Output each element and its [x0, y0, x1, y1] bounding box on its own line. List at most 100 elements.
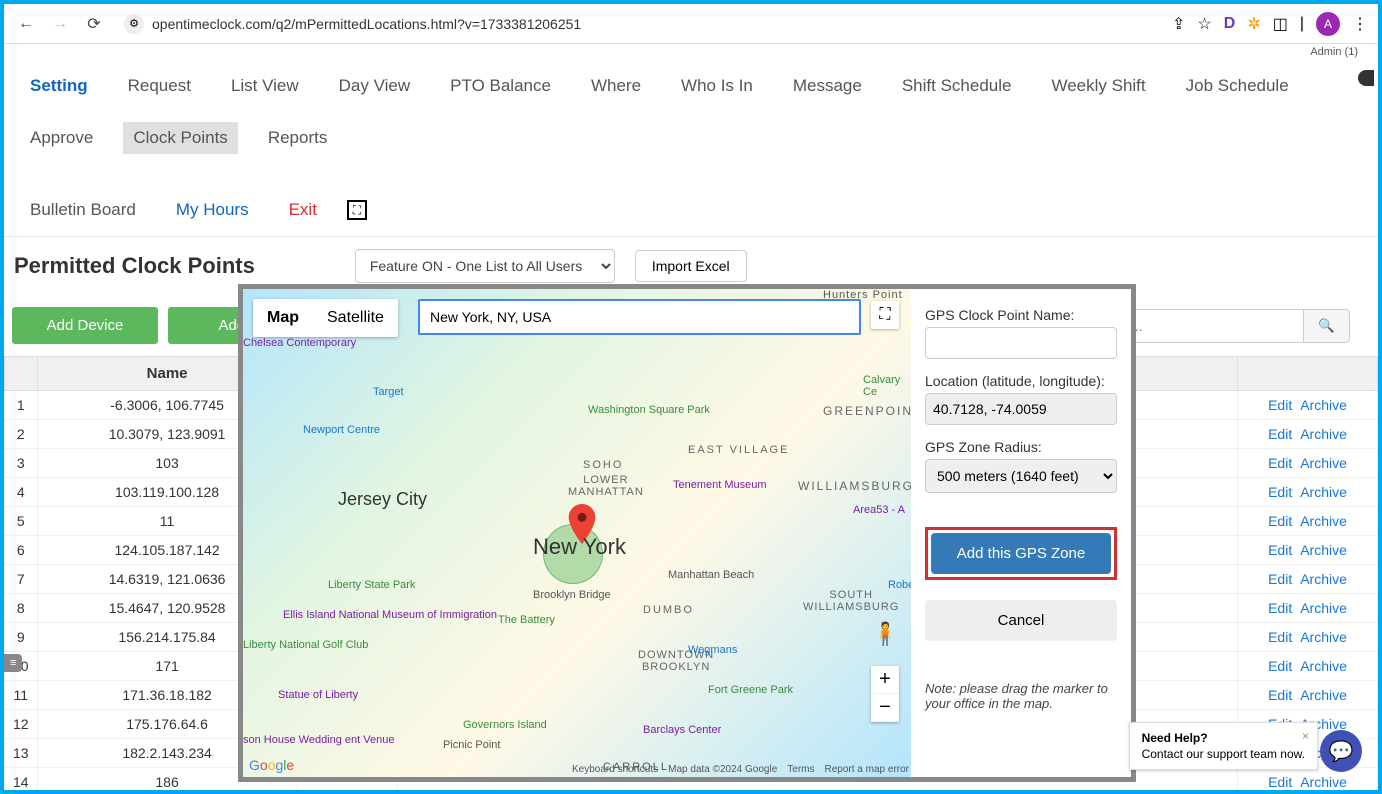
- nav-clockpoints[interactable]: Clock Points: [123, 122, 237, 154]
- map-footer-kb[interactable]: Keyboard shortcuts: [572, 764, 658, 775]
- row-number: 11: [5, 681, 38, 710]
- nav-setting[interactable]: Setting: [20, 70, 98, 102]
- admin-indicator[interactable]: Admin (1): [4, 44, 1378, 60]
- import-excel-button[interactable]: Import Excel: [635, 250, 747, 282]
- browser-toolbar: ← → ⟳ ⚙ opentimeclock.com/q2/mPermittedL…: [4, 4, 1378, 44]
- edit-link[interactable]: Edit: [1268, 629, 1292, 645]
- street-view-icon[interactable]: 🧍: [872, 621, 899, 647]
- poi-liberty: Liberty State Park: [328, 579, 415, 591]
- archive-link[interactable]: Archive: [1300, 687, 1347, 703]
- map-footer-report[interactable]: Report a map error: [825, 764, 909, 775]
- edit-link[interactable]: Edit: [1268, 426, 1292, 442]
- nav-jobschedule[interactable]: Job Schedule: [1176, 70, 1299, 102]
- feature-select[interactable]: Feature ON - One List to All Users: [355, 249, 615, 283]
- chat-bubble-icon[interactable]: 💬: [1320, 730, 1362, 772]
- edit-link[interactable]: Edit: [1268, 600, 1292, 616]
- archive-link[interactable]: Archive: [1300, 600, 1347, 616]
- nav-request[interactable]: Request: [118, 70, 201, 102]
- forward-button[interactable]: →: [48, 12, 72, 36]
- map-label-lowermanhattan: LOWER MANHATTAN: [568, 474, 644, 498]
- nav-approve[interactable]: Approve: [20, 122, 103, 154]
- nav-weekly[interactable]: Weekly Shift: [1041, 70, 1155, 102]
- poi-sol: Statue of Liberty: [278, 689, 358, 701]
- row-actions: Edit Archive: [1238, 507, 1378, 536]
- row-number: 4: [5, 478, 38, 507]
- map-footer-data: Map data ©2024 Google: [668, 764, 777, 775]
- poi-ellis: Ellis Island National Museum of Immigrat…: [283, 609, 497, 621]
- poi-bbridge: Brooklyn Bridge: [533, 589, 611, 601]
- th-actions: [1238, 357, 1378, 391]
- address-bar[interactable]: ⚙ opentimeclock.com/q2/mPermittedLocatio…: [116, 14, 1162, 34]
- nav-where[interactable]: Where: [581, 70, 651, 102]
- edit-link[interactable]: Edit: [1268, 397, 1292, 413]
- nav-reports[interactable]: Reports: [258, 122, 338, 154]
- side-tab-handle[interactable]: ≡: [4, 654, 22, 672]
- add-gps-zone-button[interactable]: Add this GPS Zone: [931, 533, 1111, 574]
- poi-robe: Robe: [888, 579, 911, 591]
- poi-mbeach: Manhattan Beach: [668, 569, 754, 581]
- edit-link[interactable]: Edit: [1268, 542, 1292, 558]
- zoom-out-button[interactable]: −: [871, 694, 899, 722]
- archive-link[interactable]: Archive: [1300, 397, 1347, 413]
- share-icon[interactable]: ⇪: [1172, 14, 1185, 34]
- url-text: opentimeclock.com/q2/mPermittedLocations…: [152, 16, 581, 32]
- site-info-icon[interactable]: ⚙: [124, 14, 144, 34]
- profile-avatar[interactable]: A: [1316, 12, 1340, 36]
- gps-modal: Map Satellite ⛶ New York Jersey City GRE…: [238, 284, 1136, 782]
- help-text: Contact our support team now.: [1142, 747, 1305, 761]
- map-footer-terms[interactable]: Terms: [787, 764, 814, 775]
- archive-link[interactable]: Archive: [1300, 484, 1347, 500]
- nav-dayview[interactable]: Day View: [329, 70, 421, 102]
- map-label-eastvillage: EAST VILLAGE: [688, 444, 789, 456]
- help-widget[interactable]: × Need Help? Contact our support team no…: [1129, 722, 1318, 770]
- edit-link[interactable]: Edit: [1268, 513, 1292, 529]
- back-button[interactable]: ←: [14, 12, 38, 36]
- archive-link[interactable]: Archive: [1300, 455, 1347, 471]
- cancel-button[interactable]: Cancel: [925, 600, 1117, 641]
- nav-myhours[interactable]: My Hours: [166, 194, 259, 226]
- poi-wsp: Washington Square Park: [588, 404, 710, 416]
- nav-shift[interactable]: Shift Schedule: [892, 70, 1022, 102]
- map-label-soho: SOHO: [583, 459, 623, 471]
- search-button[interactable]: 🔍: [1304, 309, 1350, 343]
- nav-exit[interactable]: Exit: [279, 194, 327, 226]
- edit-link[interactable]: Edit: [1268, 687, 1292, 703]
- archive-link[interactable]: Archive: [1300, 571, 1347, 587]
- archive-link[interactable]: Archive: [1300, 658, 1347, 674]
- archive-link[interactable]: Archive: [1300, 513, 1347, 529]
- nav-bulletin[interactable]: Bulletin Board: [20, 194, 146, 226]
- map-search-input[interactable]: [418, 299, 861, 335]
- edit-link[interactable]: Edit: [1268, 484, 1292, 500]
- radius-select[interactable]: 500 meters (1640 feet): [925, 459, 1117, 493]
- archive-link[interactable]: Archive: [1300, 426, 1347, 442]
- extensions-icon[interactable]: ◫: [1273, 14, 1288, 34]
- side-indicator[interactable]: [1358, 70, 1374, 86]
- gps-name-input[interactable]: [925, 327, 1117, 359]
- archive-link[interactable]: Archive: [1300, 774, 1347, 790]
- nav-whoisin[interactable]: Who Is In: [671, 70, 763, 102]
- nav-message[interactable]: Message: [783, 70, 872, 102]
- extension-sun-icon[interactable]: ✲: [1247, 14, 1260, 34]
- edit-link[interactable]: Edit: [1268, 455, 1292, 471]
- fullscreen-icon[interactable]: ⛶: [347, 200, 367, 220]
- bookmark-icon[interactable]: ☆: [1197, 14, 1211, 34]
- menu-icon[interactable]: ⋮: [1352, 14, 1368, 34]
- zoom-in-button[interactable]: +: [871, 666, 899, 694]
- add-device-button[interactable]: Add Device: [12, 307, 158, 344]
- help-close-icon[interactable]: ×: [1302, 729, 1309, 743]
- row-number: 9: [5, 623, 38, 652]
- archive-link[interactable]: Archive: [1300, 629, 1347, 645]
- map-tab-satellite[interactable]: Satellite: [313, 299, 398, 337]
- archive-link[interactable]: Archive: [1300, 542, 1347, 558]
- nav-pto[interactable]: PTO Balance: [440, 70, 561, 102]
- reload-button[interactable]: ⟳: [82, 12, 106, 36]
- edit-link[interactable]: Edit: [1268, 774, 1292, 790]
- poi-libnat: Liberty National Golf Club: [243, 639, 368, 651]
- edit-link[interactable]: Edit: [1268, 571, 1292, 587]
- map-area[interactable]: Map Satellite ⛶ New York Jersey City GRE…: [243, 289, 911, 777]
- map-tab-map[interactable]: Map: [253, 299, 313, 337]
- nav-listview[interactable]: List View: [221, 70, 309, 102]
- extension-d-icon[interactable]: D: [1224, 15, 1236, 33]
- map-fullscreen-icon[interactable]: ⛶: [871, 301, 899, 329]
- edit-link[interactable]: Edit: [1268, 658, 1292, 674]
